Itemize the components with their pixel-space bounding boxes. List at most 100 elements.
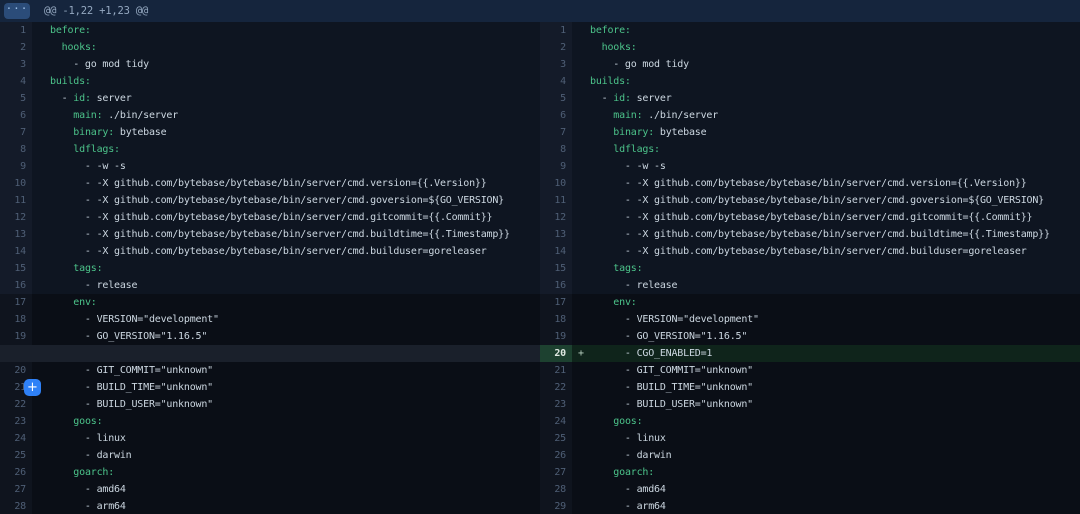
diff-line: 15 tags:	[0, 260, 540, 277]
line-number-old[interactable]: 10	[0, 175, 32, 192]
diff-marker	[32, 22, 50, 39]
diff-line: 18 - VERSION="development"	[540, 311, 1080, 328]
code-line: - id: server	[50, 90, 540, 107]
line-number-new[interactable]: 6	[540, 107, 572, 124]
diff-marker	[32, 413, 50, 430]
line-number-new[interactable]: 12	[540, 209, 572, 226]
add-comment-button[interactable]: +	[24, 379, 41, 396]
code-line: - -X github.com/bytebase/bytebase/bin/se…	[50, 175, 540, 192]
line-number-new[interactable]: 27	[540, 464, 572, 481]
line-number-new[interactable]: 24	[540, 413, 572, 430]
code-line: - -X github.com/bytebase/bytebase/bin/se…	[50, 243, 540, 260]
line-number-old[interactable]: 18	[0, 311, 32, 328]
code-line: - VERSION="development"	[590, 311, 1080, 328]
line-number-old[interactable]: 6	[0, 107, 32, 124]
diff-line: 22 - BUILD_USER="unknown"	[0, 396, 540, 413]
diff-line: 19 - GO_VERSION="1.16.5"	[540, 328, 1080, 345]
line-number-old[interactable]: 8	[0, 141, 32, 158]
code-line: - -X github.com/bytebase/bytebase/bin/se…	[50, 209, 540, 226]
line-number-old[interactable]: 7	[0, 124, 32, 141]
hunk-header-row: ··· @@ -1,22 +1,23 @@	[0, 0, 1080, 22]
line-number-old[interactable]: 4	[0, 73, 32, 90]
line-number-old[interactable]: 11	[0, 192, 32, 209]
diff-marker	[572, 328, 590, 345]
line-number-old[interactable]: 2	[0, 39, 32, 56]
diff-line: 26 goarch:	[0, 464, 540, 481]
diff-marker	[572, 362, 590, 379]
code-line: - darwin	[50, 447, 540, 464]
code-line: - -X github.com/bytebase/bytebase/bin/se…	[590, 192, 1080, 209]
code-line: - amd64	[50, 481, 540, 498]
diff-line: 11 - -X github.com/bytebase/bytebase/bin…	[540, 192, 1080, 209]
line-number-old[interactable]: 20	[0, 362, 32, 379]
line-number-new[interactable]: 9	[540, 158, 572, 175]
line-number-new[interactable]: 5	[540, 90, 572, 107]
code-line: - BUILD_TIME="unknown"	[590, 379, 1080, 396]
line-number-new[interactable]: 14	[540, 243, 572, 260]
line-number-new[interactable]: 21	[540, 362, 572, 379]
line-number-new[interactable]: 4	[540, 73, 572, 90]
line-number-old[interactable]: 13	[0, 226, 32, 243]
diff-line: 3 - go mod tidy	[540, 56, 1080, 73]
line-number-old[interactable]: 17	[0, 294, 32, 311]
line-number-new[interactable]: 18	[540, 311, 572, 328]
split-diff-viewer: ··· @@ -1,22 +1,23 @@ 1before:2 hooks:3 …	[0, 0, 1080, 514]
line-number-old[interactable]: 24	[0, 430, 32, 447]
line-number-new[interactable]: 11	[540, 192, 572, 209]
code-line: - -X github.com/bytebase/bytebase/bin/se…	[590, 243, 1080, 260]
code-line: - VERSION="development"	[50, 311, 540, 328]
line-number-new[interactable]: 17	[540, 294, 572, 311]
line-number-new[interactable]: 3	[540, 56, 572, 73]
code-line: - -w -s	[50, 158, 540, 175]
line-number-new[interactable]: 28	[540, 481, 572, 498]
line-number-old[interactable]: 22	[0, 396, 32, 413]
diff-line: 4builds:	[0, 73, 540, 90]
diff-marker	[32, 464, 50, 481]
code-line: - arm64	[590, 498, 1080, 514]
line-number-old[interactable]: 26	[0, 464, 32, 481]
line-number-new[interactable]: 29	[540, 498, 572, 514]
diff-line: 10 - -X github.com/bytebase/bytebase/bin…	[0, 175, 540, 192]
line-number-new[interactable]: 10	[540, 175, 572, 192]
diff-marker	[572, 175, 590, 192]
line-number-new[interactable]: 25	[540, 430, 572, 447]
line-number-old[interactable]: 23	[0, 413, 32, 430]
line-number-old[interactable]: 3	[0, 56, 32, 73]
line-number-old[interactable]: 5	[0, 90, 32, 107]
code-line: - linux	[50, 430, 540, 447]
diff-marker	[572, 209, 590, 226]
line-number-new[interactable]: 2	[540, 39, 572, 56]
line-number-old[interactable]: 9	[0, 158, 32, 175]
code-line: before:	[590, 22, 1080, 39]
diff-line: 29 - arm64	[540, 498, 1080, 514]
expand-hunk-button[interactable]: ···	[4, 3, 30, 19]
line-number-old[interactable]: 14	[0, 243, 32, 260]
line-number-new[interactable]: 1	[540, 22, 572, 39]
line-number-old[interactable]: 1	[0, 22, 32, 39]
line-number-old[interactable]: 19	[0, 328, 32, 345]
line-number-new[interactable]: 13	[540, 226, 572, 243]
diff-marker	[572, 107, 590, 124]
line-number-new[interactable]: 19	[540, 328, 572, 345]
line-number-new[interactable]: 22	[540, 379, 572, 396]
line-number-old[interactable]: 27	[0, 481, 32, 498]
diff-marker	[32, 141, 50, 158]
diff-marker	[572, 447, 590, 464]
line-number-old[interactable]: 28	[0, 498, 32, 514]
line-number-new[interactable]: 16	[540, 277, 572, 294]
diff-pane-new: 1before:2 hooks:3 - go mod tidy4builds:5…	[540, 22, 1080, 514]
line-number-new[interactable]: 7	[540, 124, 572, 141]
line-number-new[interactable]: 15	[540, 260, 572, 277]
line-number-new[interactable]: 20	[540, 345, 572, 362]
line-number-new[interactable]: 26	[540, 447, 572, 464]
line-number-old[interactable]: 12	[0, 209, 32, 226]
diff-line: 27 - amd64	[0, 481, 540, 498]
diff-marker	[32, 73, 50, 90]
line-number-new[interactable]: 23	[540, 396, 572, 413]
line-number-old[interactable]: 16	[0, 277, 32, 294]
line-number-new[interactable]: 8	[540, 141, 572, 158]
line-number-old[interactable]: 25	[0, 447, 32, 464]
diff-line: 7 binary: bytebase	[540, 124, 1080, 141]
diff-marker	[572, 192, 590, 209]
line-number-old[interactable]: 15	[0, 260, 32, 277]
